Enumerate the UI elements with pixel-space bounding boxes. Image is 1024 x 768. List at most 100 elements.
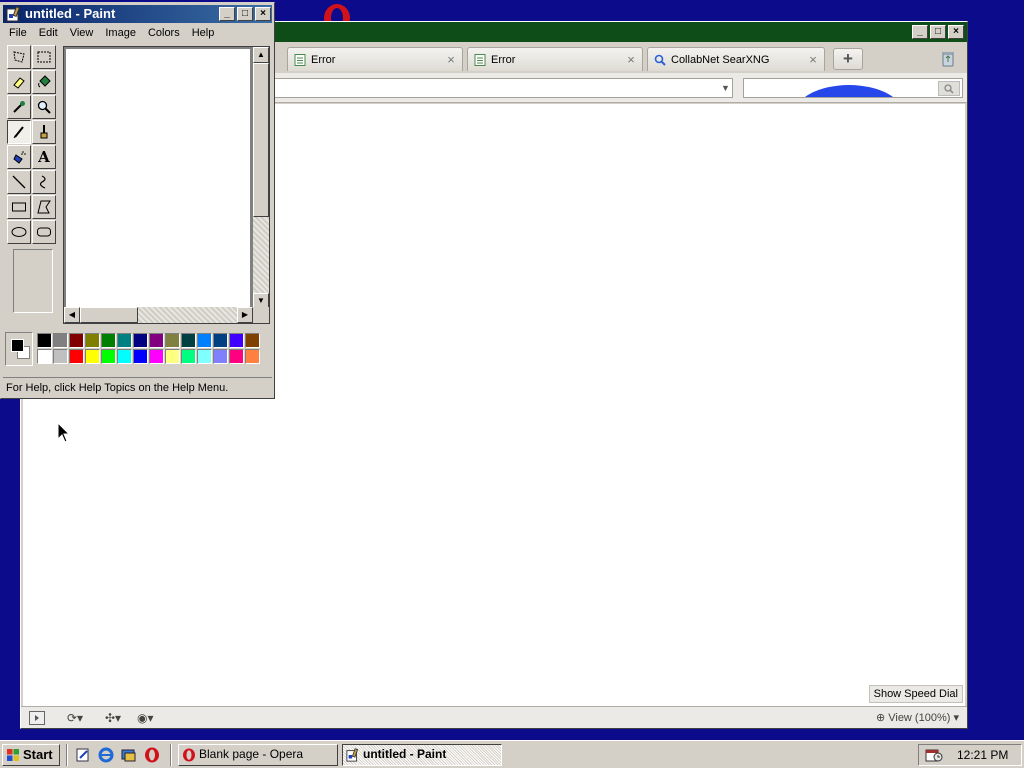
palette-swatch[interactable] [165, 333, 180, 348]
opera-quicklaunch-icon[interactable] [143, 746, 161, 764]
zoom-control[interactable]: ⊕ View (100%) ▾ [876, 711, 959, 724]
brush-icon [40, 125, 48, 139]
tab-title: CollabNet SearXNG [671, 53, 770, 66]
desktop-icon[interactable] [120, 746, 138, 764]
unite-icon[interactable]: ✣▾ [105, 711, 121, 725]
magnifier-tool[interactable] [32, 95, 56, 119]
minimize-button[interactable]: _ [912, 25, 928, 39]
close-button[interactable]: × [948, 25, 964, 39]
edit-document-icon[interactable] [74, 746, 92, 764]
palette-swatch[interactable] [197, 333, 212, 348]
palette-swatch[interactable] [213, 349, 228, 364]
horizontal-scrollbar[interactable]: ◀ ▶ [64, 307, 253, 323]
scroll-left-icon[interactable]: ◀ [64, 307, 80, 323]
opera-logo-icon [322, 3, 352, 23]
maximize-button[interactable]: □ [237, 7, 253, 21]
menu-view[interactable]: View [64, 24, 100, 43]
menu-help[interactable]: Help [186, 24, 221, 43]
show-speed-dial-button[interactable]: Show Speed Dial [868, 685, 963, 703]
menu-colors[interactable]: Colors [142, 24, 186, 43]
rounded-rectangle-tool[interactable] [32, 220, 56, 244]
palette-swatch[interactable] [197, 349, 212, 364]
close-button[interactable]: × [255, 7, 271, 21]
palette-swatch[interactable] [117, 333, 132, 348]
palette-swatch[interactable] [213, 333, 228, 348]
tab-title: Error [491, 53, 516, 66]
polygon-tool[interactable] [32, 195, 56, 219]
new-tab-button[interactable]: + [833, 48, 863, 70]
palette-swatch[interactable] [85, 333, 100, 348]
eraser-tool[interactable] [7, 70, 31, 94]
palette-swatch[interactable] [37, 333, 52, 348]
fill-tool[interactable] [32, 70, 56, 94]
color-picker-tool[interactable] [7, 95, 31, 119]
search-field[interactable] [743, 78, 963, 98]
palette-swatch[interactable] [149, 349, 164, 364]
rect-select-icon [37, 51, 51, 63]
tool-options-panel[interactable] [13, 249, 53, 313]
pencil-tool[interactable] [7, 120, 31, 144]
palette-swatch[interactable] [85, 349, 100, 364]
palette-swatch[interactable] [101, 333, 116, 348]
curve-tool[interactable] [32, 170, 56, 194]
brush-tool[interactable] [32, 120, 56, 144]
palette-swatch[interactable] [117, 349, 132, 364]
turbo-icon[interactable]: ◉▾ [137, 711, 154, 725]
text-tool[interactable]: A [32, 145, 56, 169]
line-tool[interactable] [7, 170, 31, 194]
taskbar-item-paint[interactable]: untitled - Paint [342, 744, 502, 766]
scroll-thumb[interactable] [80, 307, 138, 323]
palette-swatch[interactable] [181, 349, 196, 364]
start-label: Start [23, 747, 53, 762]
menu-image[interactable]: Image [99, 24, 142, 43]
scroll-thumb[interactable] [253, 63, 269, 217]
palette-swatch[interactable] [53, 349, 68, 364]
free-form-select-tool[interactable] [7, 45, 31, 69]
trash-icon[interactable] [939, 50, 957, 68]
palette-swatch[interactable] [149, 333, 164, 348]
free-select-icon [13, 51, 25, 63]
scheduler-icon[interactable] [925, 747, 943, 763]
search-button[interactable] [938, 81, 960, 96]
tab-close-icon[interactable]: × [806, 53, 820, 67]
scroll-up-icon[interactable]: ▲ [253, 47, 269, 63]
palette-swatch[interactable] [101, 349, 116, 364]
rectangle-tool[interactable] [7, 195, 31, 219]
palette-swatch[interactable] [37, 349, 52, 364]
maximize-button[interactable]: □ [930, 25, 946, 39]
tab-error-2[interactable]: Error × [467, 47, 643, 71]
minimize-button[interactable]: _ [219, 7, 235, 21]
clock[interactable]: 12:21 PM [957, 748, 1008, 762]
ellipse-tool[interactable] [7, 220, 31, 244]
panel-toggle-icon[interactable] [29, 711, 45, 725]
palette-swatch[interactable] [245, 349, 260, 364]
tab-searxng[interactable]: CollabNet SearXNG × [647, 47, 825, 71]
palette-swatch[interactable] [229, 333, 244, 348]
palette-swatch[interactable] [229, 349, 244, 364]
tab-close-icon[interactable]: × [624, 53, 638, 67]
palette-swatch[interactable] [165, 349, 180, 364]
airbrush-tool[interactable] [7, 145, 31, 169]
taskbar-item-opera[interactable]: Blank page - Opera [178, 744, 338, 766]
menu-file[interactable]: File [3, 24, 33, 43]
palette-swatch[interactable] [181, 333, 196, 348]
vertical-scrollbar[interactable]: ▲ ▼ [253, 47, 269, 309]
drawing-canvas[interactable] [66, 49, 250, 308]
chevron-down-icon[interactable]: ▼ [721, 83, 730, 93]
sync-icon[interactable]: ⟳▾ [67, 711, 83, 725]
tab-close-icon[interactable]: × [444, 53, 458, 67]
menu-edit[interactable]: Edit [33, 24, 64, 43]
palette-swatch[interactable] [245, 333, 260, 348]
palette-swatch[interactable] [69, 333, 84, 348]
scroll-right-icon[interactable]: ▶ [237, 307, 253, 323]
start-button[interactable]: Start [2, 744, 60, 766]
chevron-down-icon: ▾ [953, 712, 959, 724]
palette-swatch[interactable] [69, 349, 84, 364]
palette-swatch[interactable] [53, 333, 68, 348]
select-tool[interactable] [32, 45, 56, 69]
palette-swatch[interactable] [133, 333, 148, 348]
polygon-icon [37, 200, 51, 214]
internet-explorer-icon[interactable] [97, 746, 115, 764]
palette-swatch[interactable] [133, 349, 148, 364]
tab-error-1[interactable]: Error × [287, 47, 463, 71]
